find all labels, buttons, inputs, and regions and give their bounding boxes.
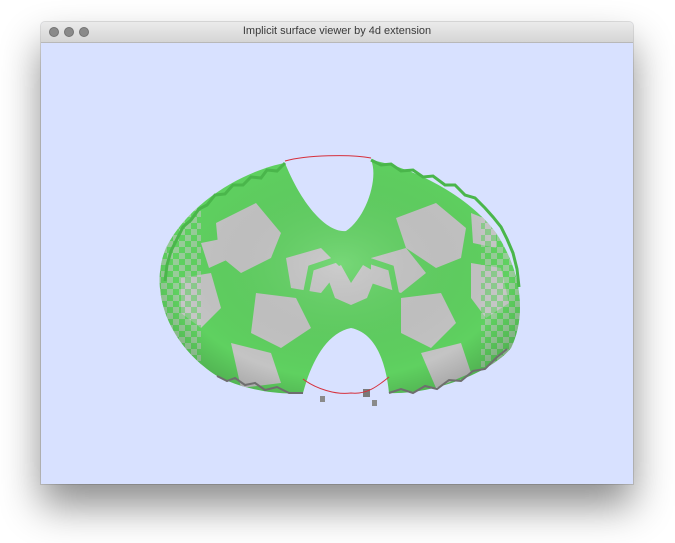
implicit-surface-render[interactable] xyxy=(41,43,633,484)
surface-body xyxy=(159,160,520,394)
render-viewport[interactable] xyxy=(41,43,633,484)
app-window: Implicit surface viewer by 4d extension xyxy=(41,22,633,484)
title-bar[interactable]: Implicit surface viewer by 4d extension xyxy=(41,22,633,43)
window-title: Implicit surface viewer by 4d extension xyxy=(242,25,432,37)
